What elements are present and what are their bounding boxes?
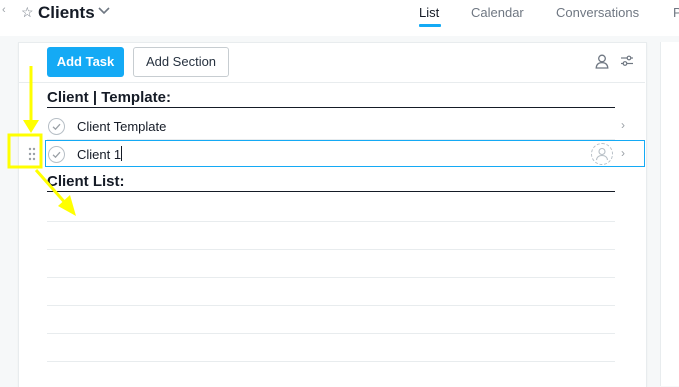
empty-row-divider	[47, 333, 615, 334]
add-section-button[interactable]: Add Section	[133, 47, 229, 77]
complete-checkbox[interactable]	[48, 146, 65, 163]
selected-task-row[interactable]	[45, 140, 645, 167]
toolbar-divider	[18, 82, 645, 83]
chevron-down-icon[interactable]	[98, 6, 110, 16]
empty-row-divider	[47, 305, 615, 306]
section-underline	[47, 191, 615, 192]
section-header-client-list[interactable]: Client List:	[47, 173, 125, 190]
tab-progress[interactable]: P	[673, 5, 679, 20]
project-title[interactable]: Clients	[38, 3, 95, 23]
task-name-input[interactable]: Client 1	[77, 147, 121, 162]
section-header-template[interactable]: Client | Template:	[47, 89, 171, 106]
empty-row-divider	[47, 249, 615, 250]
empty-row-divider	[47, 221, 615, 222]
right-detail-panel	[660, 42, 679, 386]
chevron-right-icon[interactable]: ›	[621, 146, 625, 160]
chevron-right-icon[interactable]: ›	[621, 118, 625, 132]
complete-checkbox[interactable]	[48, 118, 65, 135]
section-underline	[47, 107, 615, 108]
checkmark-icon	[52, 123, 61, 131]
user-icon	[595, 147, 609, 161]
tab-list[interactable]: List	[419, 5, 439, 20]
task-name[interactable]: Client Template	[77, 119, 166, 134]
user-icon[interactable]	[595, 54, 609, 69]
active-tab-indicator	[419, 24, 441, 27]
assignee-avatar-placeholder[interactable]	[591, 143, 613, 165]
filter-sliders-icon[interactable]	[620, 55, 634, 67]
text-cursor	[121, 146, 122, 161]
checkmark-icon	[52, 151, 61, 159]
empty-row-divider	[47, 361, 615, 362]
star-icon[interactable]: ☆	[21, 4, 34, 21]
tab-conversations[interactable]: Conversations	[556, 5, 639, 20]
tab-calendar[interactable]: Calendar	[471, 5, 524, 20]
empty-row-divider	[47, 277, 615, 278]
add-task-button[interactable]: Add Task	[47, 47, 124, 77]
drag-handle-icon[interactable]	[28, 147, 36, 161]
collapse-chevron-icon[interactable]: ‹	[2, 4, 6, 16]
